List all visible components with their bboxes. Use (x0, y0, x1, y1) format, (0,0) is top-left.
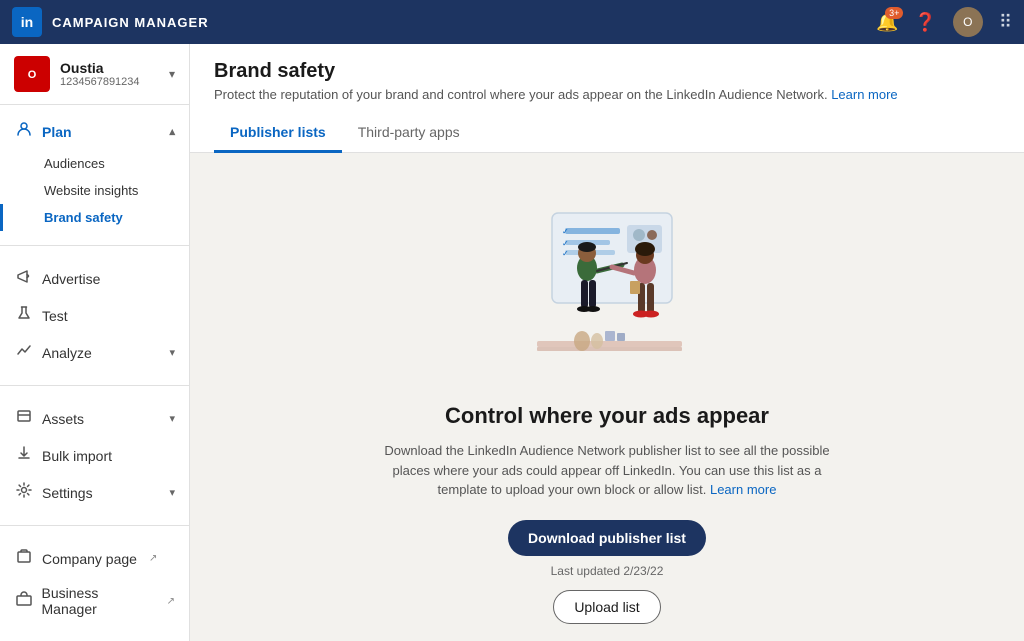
assets-icon (14, 408, 34, 429)
advertise-icon (14, 268, 34, 289)
sidebar-item-analyze[interactable]: Analyze ▾ (0, 334, 189, 371)
apps-grid-icon[interactable]: ⠿ (999, 12, 1012, 33)
nav-assets-section: Assets ▾ Bulk import Settings ▾ (0, 392, 189, 519)
sidebar-item-website-insights[interactable]: Website insights (0, 177, 189, 204)
account-id: 1234567891234 (60, 76, 169, 88)
analyze-icon (14, 342, 34, 363)
settings-label: Settings (42, 485, 93, 501)
assets-label: Assets (42, 411, 84, 427)
test-icon (14, 305, 34, 326)
page-subtitle: Protect the reputation of your brand and… (214, 87, 1000, 102)
page-title: Brand safety (214, 60, 1000, 83)
sidebar-item-assets[interactable]: Assets ▾ (0, 400, 189, 437)
last-updated-text: Last updated 2/23/22 (551, 564, 664, 578)
main-content: Brand safety Protect the reputation of y… (190, 44, 1024, 641)
sidebar-item-advertise[interactable]: Advertise (0, 260, 189, 297)
settings-icon (14, 482, 34, 503)
nav-divider-3 (0, 525, 189, 526)
content-learn-more-link[interactable]: Learn more (710, 482, 776, 497)
tab-publisher-lists[interactable]: Publisher lists (214, 114, 342, 153)
account-selector[interactable]: O Oustia 1234567891234 ▾ (0, 44, 189, 105)
business-manager-icon (14, 591, 34, 612)
content-header: Brand safety Protect the reputation of y… (190, 44, 1024, 153)
sidebar-item-business-manager[interactable]: Business Manager ↗ (0, 577, 189, 625)
analyze-label: Analyze (42, 345, 92, 361)
tab-third-party-apps[interactable]: Third-party apps (342, 114, 476, 153)
content-description: Download the LinkedIn Audience Network p… (367, 441, 847, 500)
sidebar-item-test[interactable]: Test (0, 297, 189, 334)
upload-list-button[interactable]: Upload list (553, 590, 660, 624)
app-title: CAMPAIGN MANAGER (52, 15, 209, 30)
header-learn-more-link[interactable]: Learn more (831, 87, 897, 102)
account-chevron-icon: ▾ (169, 67, 175, 81)
nav-external-section: Company page ↗ Business Manager ↗ (0, 532, 189, 633)
svg-text:O: O (28, 69, 37, 81)
account-name: Oustia (60, 60, 169, 76)
content-title: Control where your ads appear (445, 403, 769, 429)
notification-badge: 3+ (885, 7, 903, 19)
sidebar-item-audiences[interactable]: Audiences (0, 150, 189, 177)
plan-icon (14, 121, 34, 142)
business-manager-external-icon: ↗ (167, 596, 175, 607)
account-logo: O (14, 56, 50, 92)
sidebar-item-settings[interactable]: Settings ▾ (0, 474, 189, 511)
company-page-icon (14, 548, 34, 569)
svg-text:✓: ✓ (562, 239, 569, 248)
nav-left: in CAMPAIGN MANAGER (12, 7, 209, 37)
bulk-import-label: Bulk import (42, 448, 112, 464)
nav-advertise-section: Advertise Test Analyze ▾ (0, 252, 189, 379)
analyze-chevron-icon: ▾ (169, 346, 175, 359)
company-page-label: Company page (42, 551, 137, 567)
advertise-label: Advertise (42, 271, 100, 287)
illustration: ✓ ✓ ✓ (497, 193, 717, 383)
nav-divider-2 (0, 385, 189, 386)
avatar[interactable]: O (953, 7, 983, 37)
notifications-icon[interactable]: 🔔 3+ (876, 12, 898, 33)
company-page-external-icon: ↗ (149, 553, 157, 564)
business-manager-label: Business Manager (42, 585, 155, 617)
linkedin-logo[interactable]: in (12, 7, 42, 37)
tabs-container: Publisher lists Third-party apps (214, 114, 1000, 152)
sidebar-item-brand-safety[interactable]: Brand safety (0, 204, 189, 231)
account-info: Oustia 1234567891234 (60, 60, 169, 88)
svg-text:✓: ✓ (562, 249, 569, 258)
plan-label: Plan (42, 124, 72, 140)
test-label: Test (42, 308, 68, 324)
sidebar-item-company-page[interactable]: Company page ↗ (0, 540, 189, 577)
help-icon[interactable]: ❓ (914, 12, 936, 33)
nav-right: 🔔 3+ ❓ O ⠿ (876, 7, 1012, 37)
nav-plan-section: Plan ▴ Audiences Website insights Brand … (0, 105, 189, 239)
assets-chevron-icon: ▾ (169, 412, 175, 425)
download-publisher-list-button[interactable]: Download publisher list (508, 520, 706, 556)
top-navigation: in CAMPAIGN MANAGER 🔔 3+ ❓ O ⠿ (0, 0, 1024, 44)
sidebar: O Oustia 1234567891234 ▾ Plan ▴ Audience… (0, 44, 190, 641)
plan-chevron-icon: ▴ (169, 125, 175, 138)
nav-divider-1 (0, 245, 189, 246)
sidebar-item-plan[interactable]: Plan ▴ (0, 113, 189, 150)
svg-text:✓: ✓ (562, 227, 569, 236)
settings-chevron-icon: ▾ (169, 486, 175, 499)
app-body: O Oustia 1234567891234 ▾ Plan ▴ Audience… (0, 44, 1024, 641)
sidebar-item-bulk-import[interactable]: Bulk import (0, 437, 189, 474)
content-body: ✓ ✓ ✓ (190, 153, 1024, 641)
bulk-import-icon (14, 445, 34, 466)
